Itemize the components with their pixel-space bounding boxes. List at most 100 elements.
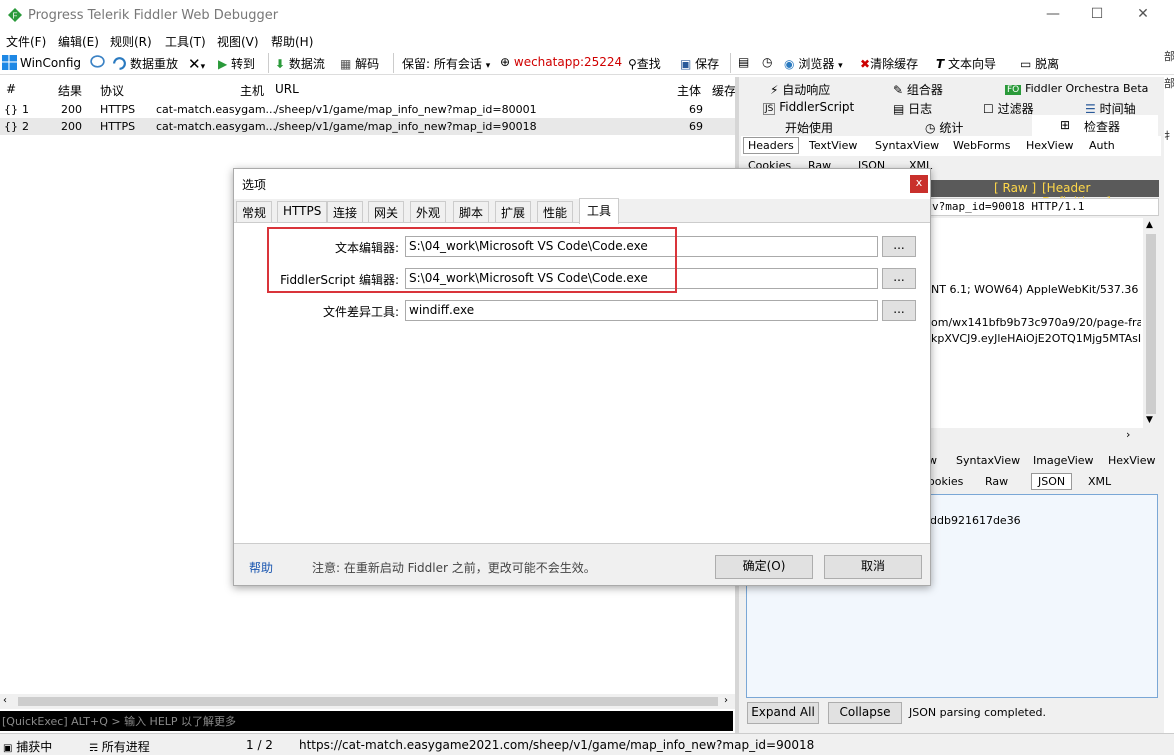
tab-composer[interactable]: ✎ 组合器: [893, 81, 943, 98]
winconfig-button[interactable]: WinConfig: [2, 55, 81, 70]
row-num: 2: [22, 120, 29, 133]
process-filter-status[interactable]: ☴ 所有进程: [89, 738, 150, 755]
fiddlerscript-editor-browse-button[interactable]: ...: [882, 268, 916, 289]
col-header-body[interactable]: 主体: [677, 82, 701, 99]
menu-view[interactable]: 视图(V): [217, 33, 259, 50]
tab-label: 日志: [908, 102, 933, 116]
tab-response-raw[interactable]: Raw: [985, 475, 1008, 488]
clear-cache-button[interactable]: ✖清除缓存: [860, 55, 918, 72]
tab-orchestra[interactable]: FO Fiddler Orchestra Beta: [1005, 81, 1148, 95]
collapse-button[interactable]: Collapse: [828, 702, 902, 724]
inspect-icon: ⊞: [1060, 118, 1071, 132]
minimize-button[interactable]: —: [1043, 6, 1063, 24]
scroll-thumb[interactable]: [1146, 234, 1156, 414]
row-body: 69: [689, 120, 703, 133]
sessions-hscrollbar[interactable]: ‹ ›: [0, 694, 735, 709]
side-char: 扌: [1164, 130, 1174, 140]
chevron-right-icon[interactable]: ›: [1126, 428, 1130, 441]
tab-inspectors[interactable]: ⊞ 检查器: [1032, 115, 1158, 136]
tearoff-button[interactable]: ▭ 脱离: [1020, 55, 1059, 72]
table-row[interactable]: {} 2 200 HTTPS cat-match.easygam... /she…: [0, 118, 735, 135]
tab-response-hexview[interactable]: HexView: [1108, 454, 1155, 467]
x-icon: ✕: [188, 55, 201, 73]
tab-scripting[interactable]: 脚本: [453, 201, 490, 223]
tab-response-cookies[interactable]: ookies: [928, 475, 963, 488]
tab-general[interactable]: 常规: [236, 201, 273, 223]
menu-rules[interactable]: 规则(R): [110, 33, 152, 50]
tab-extensions[interactable]: 扩展: [495, 201, 532, 223]
tab-statistics[interactable]: ◷ 统计: [925, 119, 963, 136]
quickexec-input[interactable]: [QuickExec] ALT+Q > 输入 HELP 以了解更多: [0, 711, 733, 731]
table-row[interactable]: {} 1 200 HTTPS cat-match.easygam... /she…: [0, 101, 735, 118]
tab-webforms[interactable]: WebForms: [953, 139, 1010, 152]
browser-icon: ◉: [784, 57, 795, 71]
tab-response-imageview[interactable]: ImageView: [1033, 454, 1094, 467]
timer-button[interactable]: ◷: [762, 55, 772, 69]
cancel-button[interactable]: 取消: [824, 555, 922, 579]
close-button[interactable]: ✕: [1133, 6, 1153, 24]
help-link[interactable]: 帮助: [249, 559, 273, 576]
remove-button[interactable]: ✕▾: [188, 55, 205, 73]
tab-fiddlerscript[interactable]: JS FiddlerScript: [763, 100, 854, 115]
tab-syntaxview[interactable]: SyntaxView: [875, 139, 939, 152]
menu-tools[interactable]: 工具(T): [165, 33, 206, 50]
tab-tools[interactable]: 工具: [579, 198, 620, 224]
col-header-url[interactable]: URL: [275, 82, 299, 96]
tab-auth[interactable]: Auth: [1089, 139, 1115, 152]
text-wizard-button[interactable]: T 文本向导: [936, 55, 996, 72]
text-editor-browse-button[interactable]: ...: [882, 236, 916, 257]
dialog-close-button[interactable]: x: [910, 175, 928, 193]
diff-tool-field[interactable]: windiff.exe: [405, 300, 878, 321]
log-icon: ▤: [893, 102, 905, 116]
col-header-num[interactable]: #: [6, 82, 16, 96]
capture-status[interactable]: ▣ 捕获中: [3, 738, 52, 755]
tab-label: 检查器: [1084, 120, 1121, 134]
goto-button[interactable]: ▶ 转到: [218, 55, 255, 72]
options-dialog: 选项 x 常规 HTTPS 连接 网关 外观 脚本 扩展 性能 工具 文本编辑器…: [233, 168, 931, 586]
find-label: 查找: [636, 57, 661, 71]
col-header-host[interactable]: 主机: [240, 82, 264, 99]
tools-tab-panel: 文本编辑器: S:\04_work\Microsoft VS Code\Code…: [234, 222, 930, 544]
tab-hexview[interactable]: HexView: [1026, 139, 1073, 152]
tab-filters[interactable]: ☐ 过滤器: [983, 100, 1034, 117]
tab-connections[interactable]: 连接: [327, 201, 364, 223]
col-header-cache[interactable]: 缓存: [712, 82, 736, 99]
tab-log[interactable]: ▤ 日志: [893, 100, 932, 117]
tab-response-xml[interactable]: XML: [1088, 475, 1111, 488]
menu-edit[interactable]: 编辑(E): [58, 33, 99, 50]
screenshot-button[interactable]: ▤: [738, 55, 749, 69]
find-button[interactable]: ⚲查找: [628, 55, 661, 72]
tab-performance[interactable]: 性能: [537, 201, 574, 223]
tab-textview[interactable]: TextView: [809, 139, 857, 152]
tab-https[interactable]: HTTPS: [277, 201, 328, 223]
tab-autoresponder[interactable]: ⚡ 自动响应: [770, 81, 830, 98]
col-header-protocol[interactable]: 协议: [100, 82, 124, 99]
replay-button[interactable]: 数据重放: [112, 55, 178, 72]
keep-dropdown[interactable]: 保留: 所有会话 ▾: [402, 55, 490, 72]
ok-button[interactable]: 确定(O): [715, 555, 813, 579]
decode-button[interactable]: ▦ 解码: [340, 55, 379, 72]
stream-button[interactable]: ⬇ 数据流: [275, 55, 325, 72]
save-button[interactable]: ▣ 保存: [680, 55, 719, 72]
menu-file[interactable]: 文件(F): [6, 33, 46, 50]
menu-help[interactable]: 帮助(H): [271, 33, 313, 50]
tab-get-started[interactable]: 开始使用: [785, 119, 833, 136]
tab-headers[interactable]: Headers: [743, 137, 799, 154]
tab-appearance[interactable]: 外观: [410, 201, 447, 223]
tab-gateway[interactable]: 网关: [368, 201, 405, 223]
comment-button[interactable]: [90, 55, 108, 70]
js-icon: {}: [4, 103, 18, 116]
tab-response-json[interactable]: JSON: [1031, 473, 1073, 490]
request-vscrollbar[interactable]: ▲ ▼: [1143, 218, 1159, 428]
maximize-button[interactable]: ☐: [1087, 6, 1107, 24]
raw-link[interactable]: [ Raw ]: [994, 181, 1036, 195]
tab-response-syntaxview[interactable]: SyntaxView: [956, 454, 1020, 467]
col-header-result[interactable]: 结果: [58, 82, 82, 99]
browser-button[interactable]: ◉ 浏览器 ▾: [784, 55, 843, 72]
diff-tool-browse-button[interactable]: ...: [882, 300, 916, 321]
row-body: 69: [689, 103, 703, 116]
expand-all-button[interactable]: Expand All: [747, 702, 819, 724]
process-filter[interactable]: ⊕ wechatapp:25224: [500, 55, 622, 69]
scroll-thumb[interactable]: [18, 697, 718, 706]
text-icon: T: [936, 57, 945, 71]
